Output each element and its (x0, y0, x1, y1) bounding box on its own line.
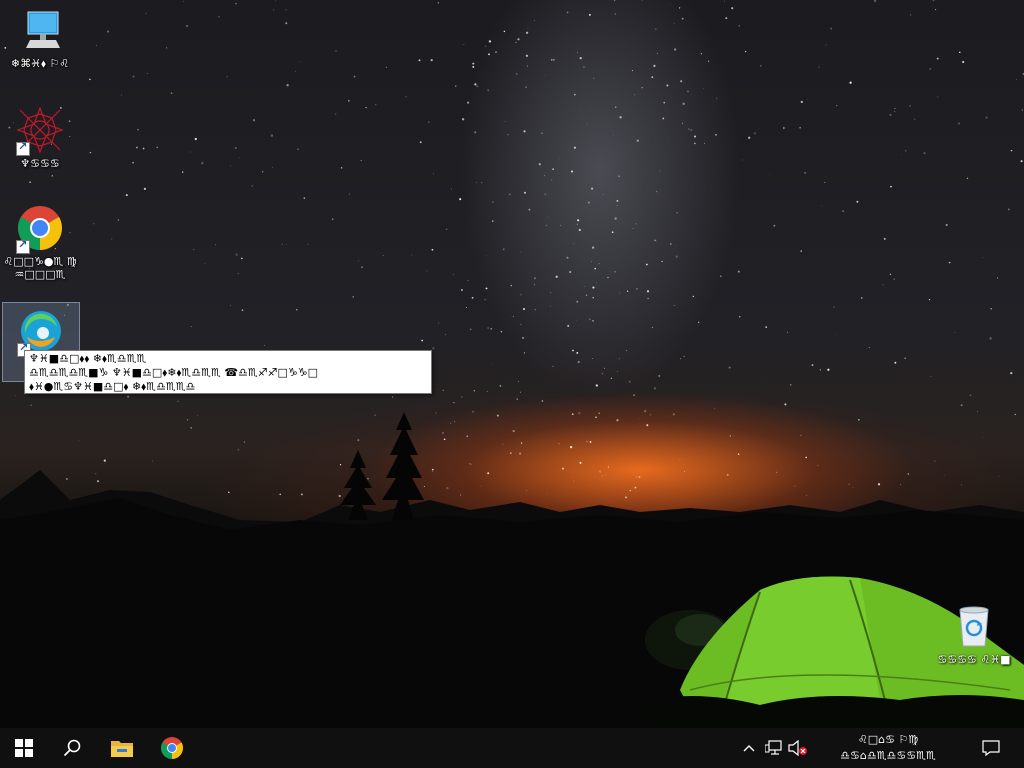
search-icon (63, 739, 81, 757)
app-shortcut-icon (16, 106, 64, 156)
desktop-icon-label: ❄⌘♓⬧ ⚐♌ (10, 57, 70, 70)
network-icon (765, 740, 782, 755)
start-button[interactable] (0, 728, 48, 768)
clock-date: ♎♋⌂♎♏♎♋♋♏♏ (840, 749, 936, 762)
chrome-icon (16, 204, 64, 254)
desktop-icon-label: ♌□□♑●♏ ♍♒□□□♏ (3, 255, 77, 281)
windows-start-icon (15, 739, 33, 757)
icon-tooltip: ♆♓■♎□⬧⬧ ❄⬧♏♎♏♏ ♎♏♎♏♎♏■♑ ♆♓■♎□⬧❄⬧♏♎♏♏ ☎♎♏… (24, 350, 432, 394)
chrome-icon (161, 737, 183, 759)
volume-muted-icon (788, 740, 807, 756)
taskbar-clock[interactable]: ♌□⌂♋ ⚐♍ ♎♋⌂♎♏♎♋♋♏♏ (832, 732, 944, 764)
taskbar: ♌□⌂♋ ⚐♍ ♎♋⌂♎♏♎♋♋♏♏ (0, 728, 1024, 768)
tooltip-line: ⬧♓●♏♋♆♓■♎□⬧ ❄⬧♏♎♏♏♎ (29, 380, 196, 393)
clock-time: ♌□⌂♋ ⚐♍ (857, 733, 919, 746)
volume-button[interactable] (786, 728, 810, 768)
this-pc-icon (16, 6, 64, 54)
desktop-icon-recycle-bin[interactable]: ♋♋♋♋ ♌♓■ (936, 602, 1012, 666)
chevron-up-icon (743, 745, 755, 752)
network-button[interactable] (762, 728, 786, 768)
file-explorer-icon (111, 741, 133, 757)
search-button[interactable] (48, 728, 96, 768)
shortcut-arrow-icon (16, 140, 30, 156)
edge-icon (17, 307, 65, 357)
taskbar-chrome[interactable] (148, 728, 196, 768)
show-hidden-icons-button[interactable] (738, 728, 760, 768)
action-center-icon (982, 740, 1000, 756)
desktop-icon-label: ♋♋♋♋ ♌♓■ (937, 653, 1011, 666)
desktop-icon-chrome[interactable]: ♌□□♑●♏ ♍♒□□□♏ (2, 204, 78, 281)
desktop-icon-label: ♆♋♋♋ (20, 157, 60, 170)
taskbar-file-explorer[interactable] (98, 728, 146, 768)
desktop-icon-this-pc[interactable]: ❄⌘♓⬧ ⚐♌ (2, 6, 78, 70)
action-center-button[interactable] (978, 728, 1004, 768)
shortcut-arrow-icon (16, 238, 30, 254)
recycle-bin-icon (950, 602, 998, 650)
tooltip-line: ♎♏♎♏♎♏■♑ ♆♓■♎□⬧❄⬧♏♎♏♏ ☎♎♏♐♐□♑♑□ (29, 366, 319, 379)
tooltip-line: ♆♓■♎□⬧⬧ ❄⬧♏♎♏♏ (29, 352, 147, 365)
desktop-icon-app-shortcut[interactable]: ♆♋♋♋ (2, 106, 78, 170)
